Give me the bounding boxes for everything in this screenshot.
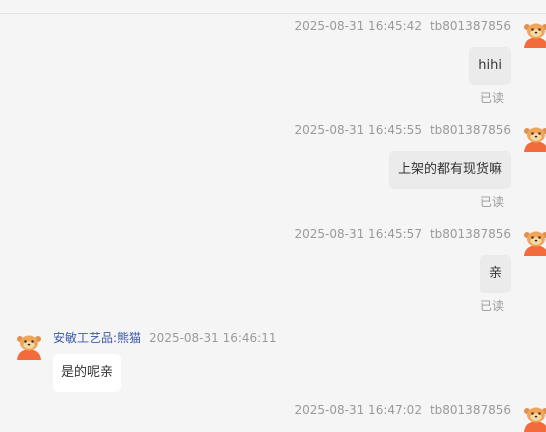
- cartoon-avatar-icon: [17, 335, 41, 360]
- cartoon-avatar-icon: [524, 23, 546, 48]
- chat-message-list[interactable]: 2025-08-31 16:45:42 tb801387856 hihi 已读 2…: [0, 0, 546, 432]
- message-time: 2025-08-31 16:46:11: [149, 331, 277, 345]
- read-status: 已读: [479, 91, 504, 105]
- avatar[interactable]: [521, 226, 546, 256]
- avatar[interactable]: [14, 330, 44, 360]
- message-meta: 2025-08-31 16:45:55 tb801387856: [295, 122, 512, 138]
- cartoon-avatar-icon: [524, 231, 546, 256]
- message-time: 2025-08-31 16:45:42: [294, 19, 422, 33]
- cartoon-avatar-icon: [524, 127, 546, 152]
- message-sender: tb801387856: [429, 227, 511, 241]
- message-time: 2025-08-31 16:47:02: [294, 403, 422, 417]
- message-sender: tb801387856: [429, 19, 511, 33]
- message-bubble[interactable]: 亲: [479, 255, 511, 293]
- message-time: 2025-08-31 16:45:57: [294, 227, 422, 241]
- message-bubble[interactable]: 上架的都有现货嘛: [388, 151, 511, 189]
- read-status: 已读: [479, 299, 504, 313]
- message-bubble[interactable]: 是的呢亲: [53, 354, 122, 392]
- avatar[interactable]: [521, 122, 546, 152]
- message-meta: 2025-08-31 16:45:42 tb801387856: [295, 18, 512, 34]
- message-bubble[interactable]: hihi: [469, 47, 511, 85]
- avatar[interactable]: [521, 18, 546, 48]
- message-time: 2025-08-31 16:45:55: [294, 123, 422, 137]
- read-status: 已读: [479, 195, 504, 209]
- message-meta: 安敏工艺品:熊猫 2025-08-31 16:46:11: [53, 330, 277, 346]
- message-meta: 2025-08-31 16:47:02 tb801387856: [295, 402, 512, 418]
- message-sender: tb801387856: [429, 123, 511, 137]
- cartoon-avatar-icon: [524, 407, 546, 432]
- message-meta: 2025-08-31 16:45:57 tb801387856: [295, 226, 512, 242]
- message-sender[interactable]: 安敏工艺品:熊猫: [53, 331, 141, 345]
- avatar[interactable]: [521, 402, 546, 432]
- message-sender: tb801387856: [429, 403, 511, 417]
